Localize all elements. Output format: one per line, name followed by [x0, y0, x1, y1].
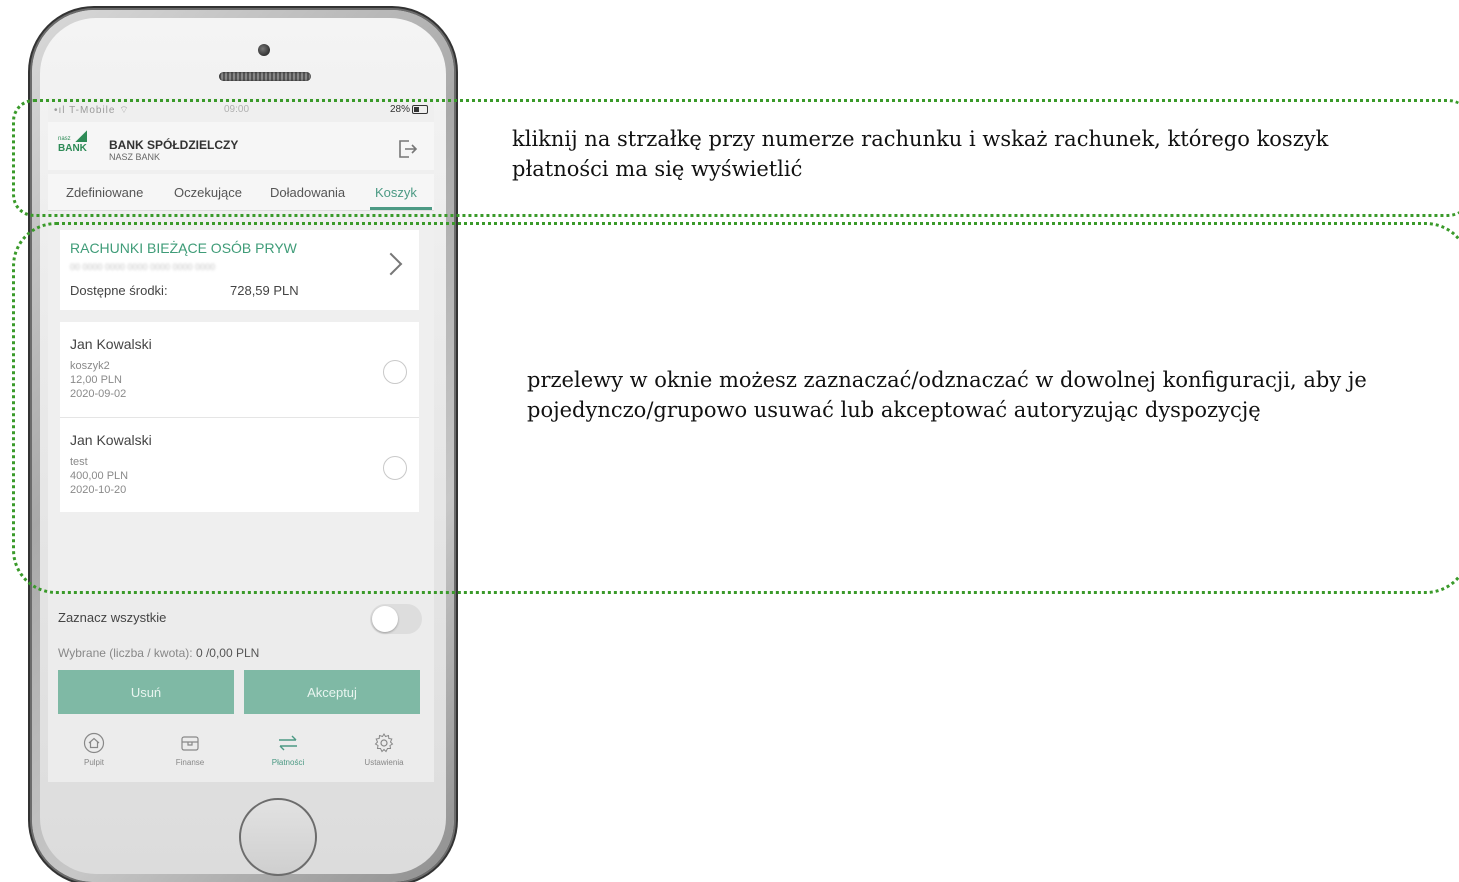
select-all-label: Zaznacz wszystkie: [58, 610, 167, 625]
account-instruction-note: kliknij na strzałkę przy numerze rachunk…: [512, 127, 1329, 181]
home-icon: [83, 732, 105, 754]
nav-label: Ustawienia: [364, 758, 404, 767]
nav-ustawienia[interactable]: Ustawienia: [344, 732, 424, 767]
list-instruction-note: przelewy w oknie możesz zaznaczać/odznac…: [527, 368, 1367, 422]
selected-summary: Wybrane (liczba / kwota): 0 /0,00 PLN: [58, 646, 259, 660]
select-all-toggle[interactable]: [370, 604, 422, 634]
nav-platnosci[interactable]: Płatności: [248, 732, 328, 767]
gear-icon: [374, 733, 394, 753]
bottom-navigation: Pulpit Finanse Płatności Ustawienia: [48, 728, 434, 778]
nav-pulpit[interactable]: Pulpit: [54, 732, 134, 767]
nav-finanse[interactable]: Finanse: [150, 732, 230, 767]
home-button[interactable]: [239, 798, 317, 876]
transfer-icon: [279, 735, 297, 751]
selected-value: 0 /0,00 PLN: [195, 646, 260, 660]
accept-button[interactable]: Akceptuj: [244, 670, 420, 714]
front-camera: [258, 44, 270, 56]
nav-label: Płatności: [271, 758, 305, 767]
wallet-icon: [181, 736, 199, 751]
basket-actions-panel: Zaznacz wszystkie Wybrane (liczba / kwot…: [48, 594, 434, 782]
nav-label: Pulpit: [83, 758, 104, 767]
delete-button[interactable]: Usuń: [58, 670, 234, 714]
nav-label: Finanse: [175, 758, 205, 767]
selected-label: Wybrane (liczba / kwota):: [58, 646, 193, 660]
earpiece-speaker: [219, 72, 311, 81]
